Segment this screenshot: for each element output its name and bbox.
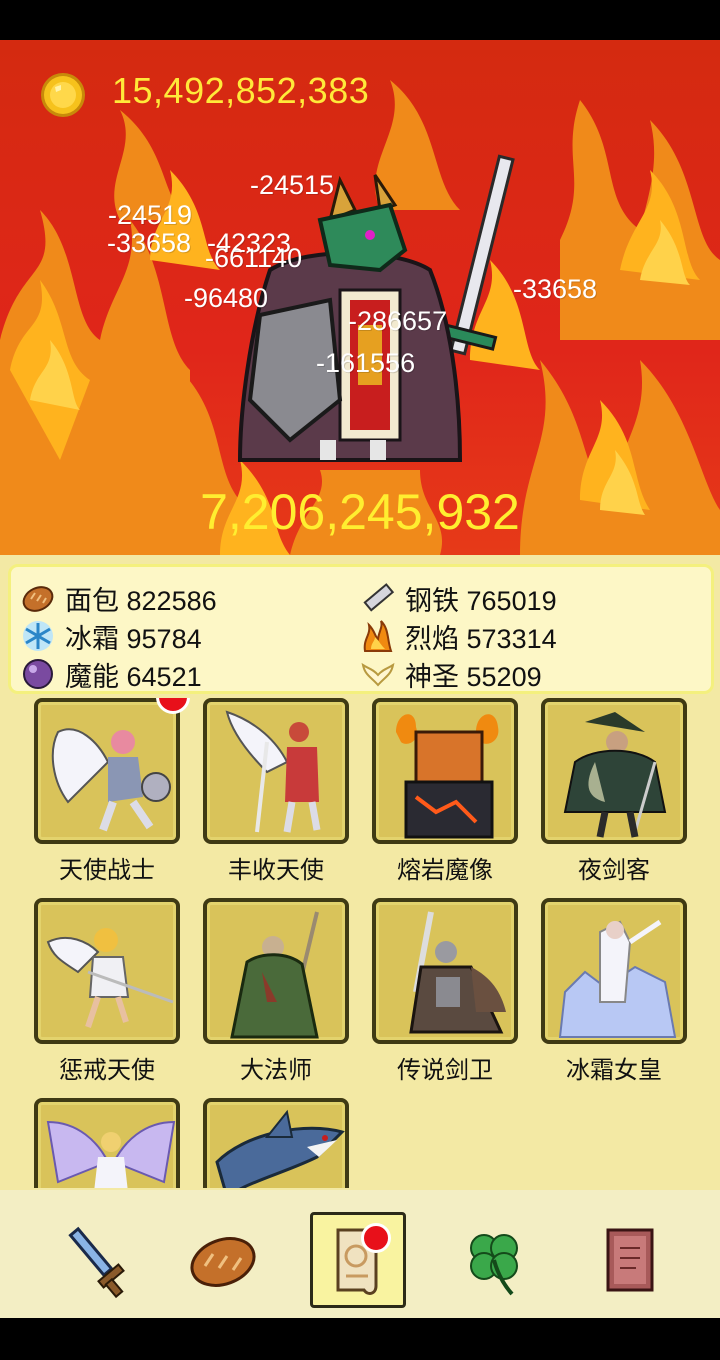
damage-number: -661140 bbox=[205, 243, 303, 273]
hero-card[interactable] bbox=[203, 1098, 349, 1188]
hero-name: 丰收天使 bbox=[228, 856, 324, 884]
hero-card[interactable] bbox=[34, 898, 180, 1044]
flame-icon bbox=[363, 620, 393, 652]
damage-number: -286657 bbox=[348, 306, 448, 336]
hero-name: 熔岩魔像 bbox=[397, 856, 493, 884]
resource-frost: 冰霜 95784 bbox=[21, 617, 202, 655]
night-swordsman-portrait bbox=[563, 712, 667, 838]
hero-card[interactable] bbox=[203, 898, 349, 1044]
archmage-portrait bbox=[230, 911, 319, 1039]
nav-codex[interactable] bbox=[582, 1212, 678, 1308]
harvest-angel-portrait bbox=[225, 710, 321, 833]
punisher-angel-portrait bbox=[46, 928, 174, 1028]
hero-name: 夜剑客 bbox=[578, 856, 650, 884]
resource-panel: 面包 822586 钢铁 765019 冰霜 95784 烈焰 573314 魔… bbox=[8, 564, 714, 694]
damage-number: -24519 bbox=[108, 200, 193, 230]
seraph-portrait bbox=[46, 1120, 176, 1188]
bread-icon bbox=[190, 1237, 256, 1287]
damage-number: -161556 bbox=[316, 348, 416, 378]
hero-card[interactable] bbox=[372, 698, 518, 844]
hero-card[interactable] bbox=[541, 898, 687, 1044]
battle-area[interactable]: 15,492,852,383 -24515 -24519 -33658 -423… bbox=[0, 40, 720, 555]
frost-empress-portrait bbox=[558, 919, 677, 1038]
gold-amount: 15,492,852,383 bbox=[112, 70, 370, 111]
shark-portrait bbox=[215, 1109, 345, 1188]
hero-name: 天使战士 bbox=[59, 856, 155, 884]
hero-name: 传说剑卫 bbox=[397, 1056, 493, 1084]
damage-number: -96480 bbox=[184, 283, 269, 313]
lower-panel: 面包 822586 钢铁 765019 冰霜 95784 烈焰 573314 魔… bbox=[0, 555, 720, 1318]
status-bar bbox=[0, 0, 720, 40]
gold-coin-icon bbox=[41, 73, 85, 117]
magic-orb-icon bbox=[23, 659, 53, 689]
steel-icon bbox=[363, 583, 395, 612]
notification-badge bbox=[361, 1223, 391, 1253]
sword-icon bbox=[68, 1226, 125, 1299]
angel-warrior-portrait bbox=[51, 728, 171, 832]
frost-icon bbox=[23, 621, 53, 651]
resource-flame: 烈焰 573314 bbox=[361, 617, 557, 655]
nav-battle[interactable] bbox=[44, 1212, 140, 1308]
hero-card[interactable] bbox=[541, 698, 687, 844]
hero-card[interactable] bbox=[372, 898, 518, 1044]
legend-guard-portrait bbox=[409, 911, 506, 1034]
damage-number: -33658 bbox=[107, 228, 192, 258]
nav-food[interactable] bbox=[175, 1212, 271, 1308]
resource-magic: 魔能 64521 bbox=[21, 655, 202, 693]
clover-icon bbox=[470, 1234, 518, 1296]
hero-card[interactable] bbox=[203, 698, 349, 844]
damage-number: -24515 bbox=[250, 170, 335, 200]
resource-steel: 钢铁 765019 bbox=[361, 579, 557, 617]
resource-bread: 面包 822586 bbox=[21, 579, 217, 617]
lava-golem-portrait bbox=[396, 714, 499, 839]
nav-luck[interactable] bbox=[446, 1212, 542, 1308]
holy-wings-icon bbox=[361, 662, 395, 687]
nav-quests[interactable] bbox=[310, 1212, 406, 1308]
hero-name: 大法师 bbox=[240, 1056, 312, 1084]
hero-name: 惩戒天使 bbox=[59, 1056, 155, 1084]
boss-hp-value: 7,206,245,932 bbox=[200, 484, 520, 540]
bread-icon bbox=[22, 586, 54, 612]
book-icon bbox=[606, 1228, 654, 1292]
hero-card[interactable] bbox=[34, 1098, 180, 1188]
hero-card[interactable] bbox=[34, 698, 180, 844]
bottom-nav bbox=[0, 1190, 720, 1318]
resource-holy: 神圣 55209 bbox=[361, 655, 542, 693]
damage-number: -33658 bbox=[513, 274, 598, 304]
hero-name: 冰霜女皇 bbox=[566, 1056, 662, 1084]
system-nav-bar bbox=[0, 1318, 720, 1360]
hero-grid: 天使战士 丰收天使 熔岩魔像 夜剑客 惩戒天使 大法师 传说剑卫 冰霜女皇 bbox=[0, 698, 720, 1188]
